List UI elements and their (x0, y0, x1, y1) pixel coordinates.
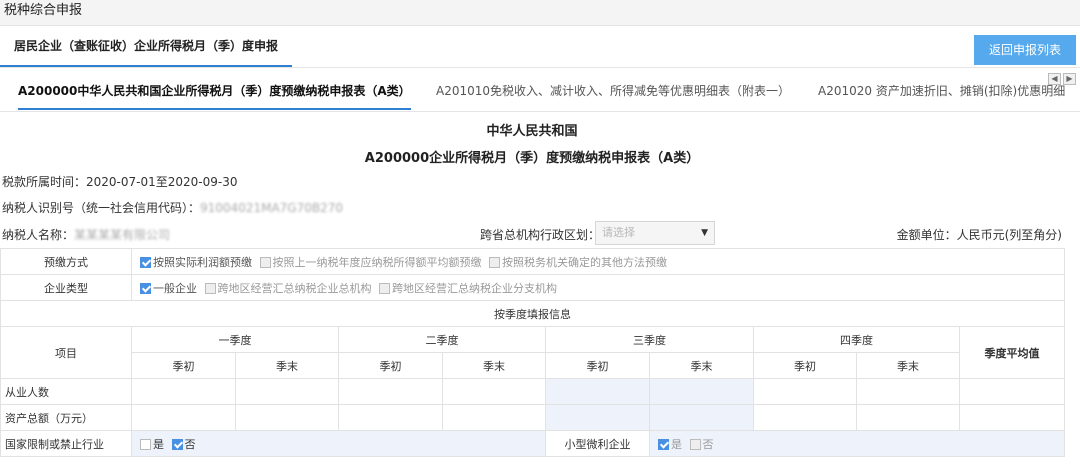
form-heading-title: A200000企业所得税月（季）度预缴纳税申报表（A类） (364, 151, 700, 166)
restricted-industry-options: 是 否 (131, 430, 546, 457)
assets-q3-start-input[interactable] (545, 404, 650, 431)
region-placeholder: 请选择 (602, 226, 635, 239)
item-header: 项目 (0, 326, 132, 379)
taxpayer-id-line: 纳税人识别号（统一社会信用代码）：91004021MA7G70B270 (2, 199, 343, 216)
small-no-checkbox[interactable] (689, 439, 701, 450)
general-enterprise-label: 一般企业 (153, 281, 197, 295)
prepay-actual-label: 按照实际利润额预缴 (153, 255, 252, 269)
prepay-method-label: 预缴方式 (0, 248, 132, 275)
tab-a201020[interactable]: A201020 资产加速折旧、摊销(扣除)优惠明细 (818, 80, 1065, 110)
restricted-yes-checkbox[interactable] (140, 439, 151, 450)
q1-end-header: 季末 (235, 352, 339, 379)
q3-header: 三季度 (545, 326, 754, 353)
quarterly-section-title: 按季度填报信息 (0, 300, 1065, 327)
form-heading-country: 中华人民共和国 (486, 124, 578, 139)
assets-q3-end-input[interactable] (649, 404, 754, 431)
q3-end-header: 季末 (649, 352, 754, 379)
tax-period: 税款所属时间：2020-07-01至2020-09-30 (2, 175, 238, 189)
employees-q2-end (442, 378, 546, 405)
prepay-other-checkbox[interactable] (489, 257, 500, 268)
region-label: 跨省总机构行政区划： (480, 228, 601, 242)
scroll-left-icon[interactable]: ◀ (1048, 73, 1061, 85)
q2-header: 二季度 (338, 326, 546, 353)
assets-q1-end (235, 404, 339, 431)
prepay-average-checkbox[interactable] (259, 257, 271, 268)
assets-q4-end (856, 404, 960, 431)
small-enterprise-options: 是 否 (649, 430, 1065, 457)
general-enterprise-checkbox[interactable] (140, 283, 151, 294)
restricted-no-label: 否 (184, 437, 196, 451)
small-yes-label: 是 (671, 437, 682, 451)
region-select[interactable]: 请选择 ▼ (595, 221, 715, 245)
q1-header: 一季度 (131, 326, 339, 353)
declaration-tab-bar: 居民企业（查账征收）企业所得税月（季）度申报 返回申报列表 (0, 27, 1080, 68)
taxpayer-name-value: 某某某某有限公司 (74, 228, 171, 242)
employees-q1-start (131, 378, 236, 405)
restricted-industry-label: 国家限制或禁止行业 (0, 430, 132, 457)
q4-header: 四季度 (753, 326, 960, 353)
assets-q2-start (338, 404, 443, 431)
prepay-average-label: 按照上一纳税年度应纳税所得额平均额预缴 (272, 255, 482, 269)
employees-q4-end (856, 378, 960, 405)
amount-unit: 金额单位：人民币元(列至角分) (896, 228, 1062, 242)
q3-start-header: 季初 (545, 352, 650, 379)
declaration-grid: 预缴方式 按照实际利润额预缴 按照上一纳税年度应纳税所得额平均额预缴 按照税务机… (0, 248, 1065, 457)
assets-average (959, 404, 1065, 431)
branch-office-checkbox[interactable] (379, 283, 390, 294)
small-yes-checkbox[interactable] (658, 439, 669, 450)
employees-row-label: 从业人数 (0, 378, 132, 405)
q4-start-header: 季初 (753, 352, 857, 379)
form-tab-bar: A200000中华人民共和国企业所得税月（季）度预缴纳税申报表（A类） A201… (0, 72, 1080, 112)
assets-q2-end (442, 404, 546, 431)
head-office-label: 跨地区经营汇总纳税企业总机构 (217, 281, 372, 295)
taxpayer-id-value: 91004021MA7G70B270 (200, 201, 343, 215)
assets-q1-start (131, 404, 236, 431)
prepay-method-options: 按照实际利润额预缴 按照上一纳税年度应纳税所得额平均额预缴 按照税务机关确定的其… (131, 248, 1065, 275)
prepay-other-label: 按照税务机关确定的其他方法预缴 (502, 255, 667, 269)
tab-a200000[interactable]: A200000中华人民共和国企业所得税月（季）度预缴纳税申报表（A类） (18, 80, 411, 110)
chevron-down-icon: ▼ (701, 228, 708, 238)
prepay-actual-checkbox[interactable] (140, 257, 151, 268)
employees-average (959, 378, 1065, 405)
restricted-yes-label: 是 (153, 437, 164, 451)
enterprise-type-options: 一般企业 跨地区经营汇总纳税企业总机构 跨地区经营汇总纳税企业分支机构 (131, 274, 1065, 301)
scroll-right-icon[interactable]: ▶ (1063, 73, 1076, 85)
branch-office-label: 跨地区经营汇总纳税企业分支机构 (392, 281, 557, 295)
q2-start-header: 季初 (338, 352, 443, 379)
employees-q2-start (338, 378, 443, 405)
employees-q3-end-input[interactable] (649, 378, 754, 405)
tab-a201010[interactable]: A201010免税收入、减计收入、所得减免等优惠明细表（附表一） (436, 80, 790, 110)
employees-q3-start-input[interactable] (545, 378, 650, 405)
q4-end-header: 季末 (856, 352, 960, 379)
q2-end-header: 季末 (442, 352, 546, 379)
assets-q4-start (753, 404, 857, 431)
taxpayer-name-label: 纳税人名称： (2, 228, 75, 242)
employees-q4-start (753, 378, 857, 405)
page-title: 税种综合申报 (0, 0, 1080, 26)
assets-row-label: 资产总额（万元） (0, 404, 132, 431)
return-declaration-list-button[interactable]: 返回申报列表 (974, 35, 1076, 65)
taxpayer-id-label: 纳税人识别号（统一社会信用代码）： (2, 201, 201, 215)
enterprise-type-label: 企业类型 (0, 274, 132, 301)
small-no-label: 否 (702, 437, 714, 451)
head-office-checkbox[interactable] (204, 283, 216, 294)
quarter-average-header: 季度平均值 (959, 326, 1065, 379)
employees-q1-end (235, 378, 339, 405)
tab-scroll-controls: ◀ ▶ (1048, 73, 1076, 85)
restricted-no-checkbox[interactable] (171, 439, 183, 450)
q1-start-header: 季初 (131, 352, 236, 379)
small-enterprise-label: 小型微利企业 (545, 430, 650, 457)
taxpayer-name-line: 纳税人名称：某某某某有限公司 (2, 226, 170, 243)
tab-resident-enterprise-declaration[interactable]: 居民企业（查账征收）企业所得税月（季）度申报 (0, 27, 293, 67)
